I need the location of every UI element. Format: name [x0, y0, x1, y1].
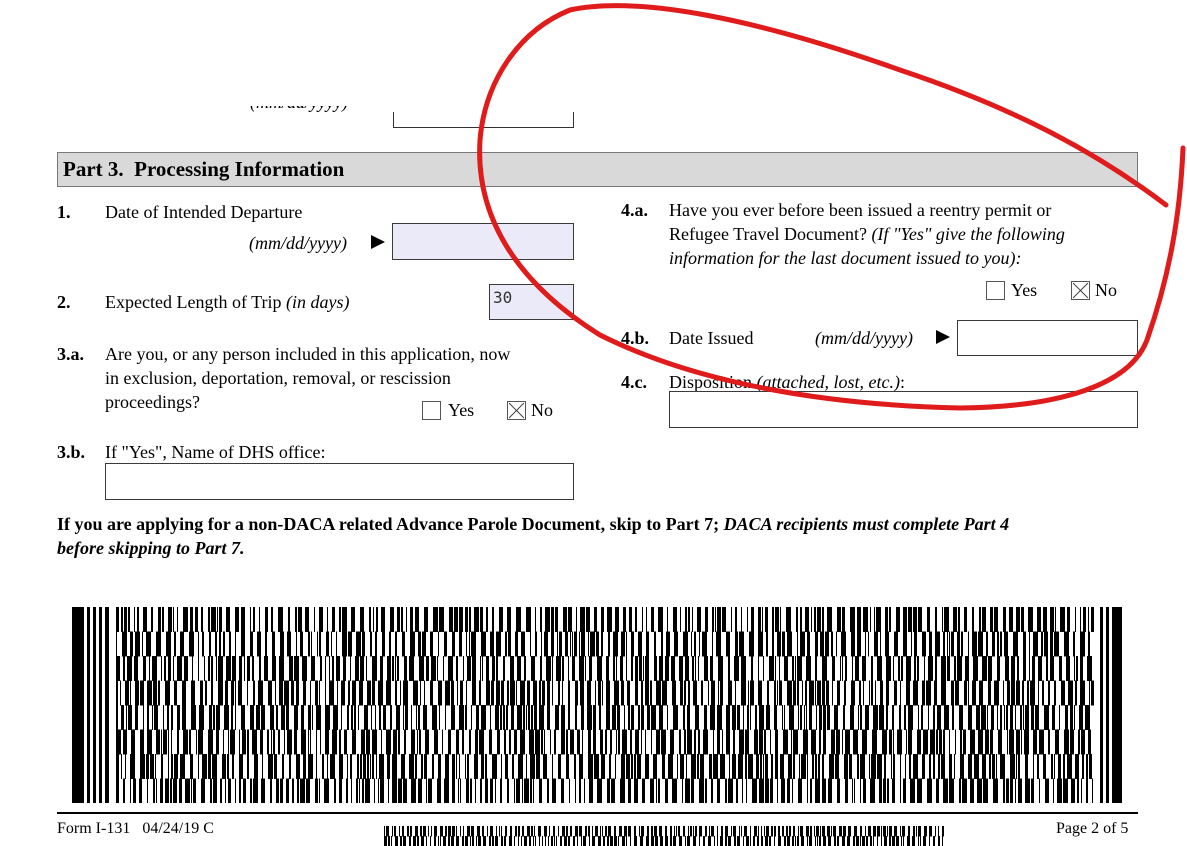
- red-ink-annotation: [477, 3, 1186, 411]
